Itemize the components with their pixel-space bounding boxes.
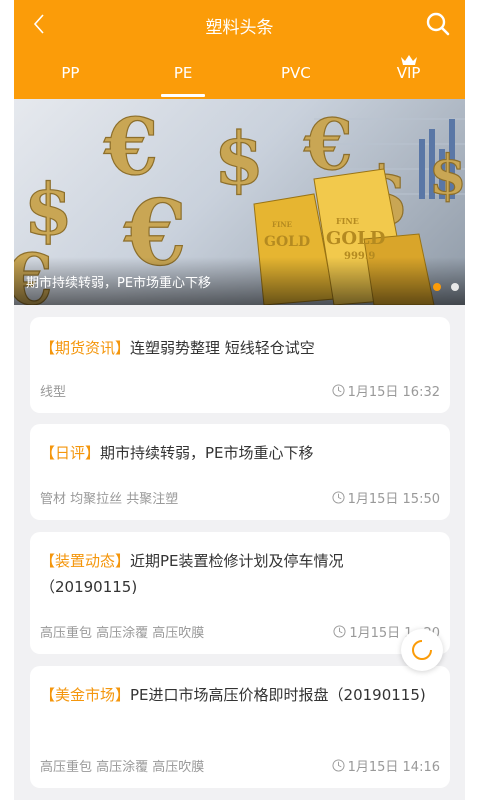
- tab-pe[interactable]: PE: [127, 50, 240, 99]
- category-tabs: PP PE PVC VIP: [14, 50, 465, 99]
- article-time-text: 1月15日 16:32: [347, 385, 440, 400]
- article-category: 【装置动态】: [40, 552, 131, 570]
- tab-label: PVC: [280, 64, 311, 82]
- article-title: 【美金市场】PE进口市场高压价格即时报盘（20190115): [40, 682, 438, 708]
- app-screen: 塑料头条 PP PE PVC VIP € $ € $ € $ FINE GOLD…: [14, 0, 465, 800]
- article-time: 1月15日 14:16: [332, 756, 440, 775]
- article-title: 【日评】期市持续转弱，PE市场重心下移: [40, 440, 438, 466]
- article-headline: 连塑弱势整理 短线轻仓试空: [130, 339, 315, 357]
- article-category: 【日评】: [40, 444, 101, 462]
- search-button[interactable]: [425, 11, 451, 37]
- carousel-dot-active[interactable]: [433, 283, 441, 291]
- article-tags: 管材 均聚拉丝 共聚注塑: [40, 492, 179, 507]
- article-tags: 线型: [40, 385, 67, 400]
- article-card[interactable]: 【美金市场】PE进口市场高压价格即时报盘（20190115) 高压重包 高压涂覆…: [30, 666, 450, 788]
- tab-label: PP: [61, 64, 80, 82]
- top-bar: 塑料头条: [14, 0, 465, 50]
- banner-carousel[interactable]: € $ € $ € $ $ € FINE GOLD 999.9 FINE: [14, 99, 465, 305]
- clock-icon: [332, 384, 345, 397]
- tab-vip[interactable]: VIP: [352, 50, 465, 99]
- banner-caption: 期市持续转弱，PE市场重心下移: [14, 257, 465, 305]
- bar-text: GOLD: [264, 234, 310, 250]
- refresh-button[interactable]: [401, 629, 443, 671]
- page-title: 塑料头条: [205, 18, 274, 38]
- article-card[interactable]: 【日评】期市持续转弱，PE市场重心下移 管材 均聚拉丝 共聚注塑 1月15日 1…: [30, 424, 450, 520]
- clock-icon: [332, 491, 345, 504]
- article-card[interactable]: 【装置动态】近期PE装置检修计划及停车情况（20190115) 高压重包 高压涂…: [30, 532, 450, 654]
- refresh-icon: [412, 640, 432, 660]
- banner-caption-text: 期市持续转弱，PE市场重心下移: [26, 276, 212, 291]
- svg-text:$: $: [214, 116, 264, 201]
- tab-label: PE: [173, 64, 193, 82]
- article-category: 【美金市场】: [40, 686, 131, 704]
- article-title: 【装置动态】近期PE装置检修计划及停车情况（20190115): [40, 548, 438, 600]
- bar-text: GOLD: [326, 228, 385, 249]
- clock-icon: [332, 759, 345, 772]
- article-time: 1月15日 15:50: [332, 488, 440, 507]
- bar-text: FINE: [336, 216, 359, 226]
- tab-label: VIP: [396, 64, 421, 82]
- article-headline: PE进口市场高压价格即时报盘（20190115): [130, 686, 426, 704]
- article-time-text: 1月15日 15:50: [347, 492, 440, 507]
- crown-icon: [400, 55, 417, 65]
- bar-text: FINE: [272, 220, 292, 229]
- tab-pp[interactable]: PP: [14, 50, 127, 99]
- svg-text:$: $: [429, 143, 465, 207]
- article-category: 【期货资讯】: [40, 339, 131, 357]
- article-time: 1月15日 16:32: [332, 381, 440, 400]
- clock-icon: [333, 625, 346, 638]
- article-time-text: 1月15日 14:16: [347, 760, 440, 775]
- article-tags: 高压重包 高压涂覆 高压吹膜: [40, 626, 205, 641]
- svg-text:€: €: [303, 103, 353, 186]
- article-card[interactable]: 【期货资讯】连塑弱势整理 短线轻仓试空 线型 1月15日 16:32: [30, 317, 450, 413]
- tab-pvc[interactable]: PVC: [240, 50, 353, 99]
- carousel-dot[interactable]: [451, 283, 459, 291]
- article-headline: 期市持续转弱，PE市场重心下移: [100, 444, 314, 462]
- article-title: 【期货资讯】连塑弱势整理 短线轻仓试空: [40, 335, 438, 361]
- search-icon: [426, 12, 450, 36]
- article-tags: 高压重包 高压涂覆 高压吹膜: [40, 760, 205, 775]
